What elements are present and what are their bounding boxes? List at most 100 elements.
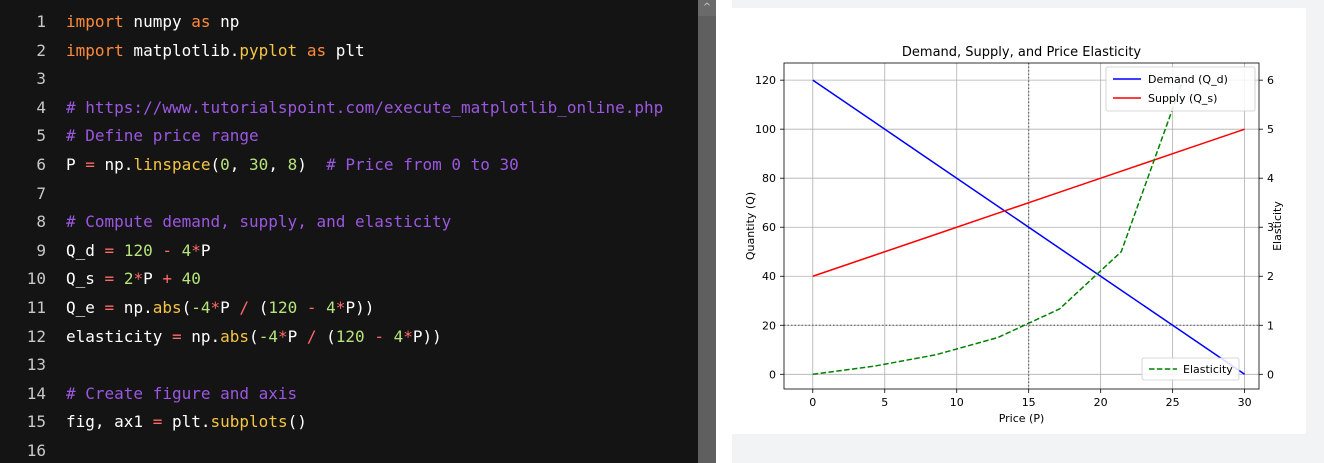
- code-line[interactable]: import matplotlib.pyplot as plt: [66, 37, 365, 65]
- code-token: (: [210, 155, 221, 174]
- code-token: numpy: [123, 12, 192, 31]
- code-line[interactable]: # Compute demand, supply, and elasticity: [66, 208, 451, 236]
- code-line[interactable]: fig, ax1 = plt.subplots(): [66, 408, 307, 436]
- y-tick-label: 120: [755, 74, 776, 87]
- line-number: 3: [36, 69, 46, 89]
- code-token: 4: [326, 298, 336, 317]
- code-line[interactable]: # Create figure and axis: [66, 380, 297, 408]
- code-token: pyplot: [239, 40, 298, 60]
- code-token: =: [152, 412, 163, 432]
- code-token: # Compute demand, supply, and elasticity: [66, 212, 452, 232]
- code-token: ): [297, 155, 327, 174]
- code-token: np.: [114, 298, 153, 317]
- code-token: 4: [393, 326, 404, 346]
- code-token: (): [287, 412, 307, 432]
- code-token: 30: [249, 155, 269, 174]
- y-tick-label: 100: [755, 123, 776, 136]
- code-token: =: [104, 298, 115, 317]
- editor-scrollbar[interactable]: ^: [698, 0, 716, 463]
- code-token: -4: [258, 326, 278, 346]
- code-token: abs: [220, 326, 250, 346]
- code-area[interactable]: import numpy as np import matplotlib.pypl…: [60, 0, 698, 463]
- code-line[interactable]: Q_s = 2*P + 40: [66, 265, 201, 293]
- code-token: 2: [123, 269, 134, 289]
- scroll-up-arrow-icon[interactable]: ^: [698, 0, 716, 16]
- line-number: 5: [36, 126, 46, 146]
- y2-tick-label: 2: [1267, 270, 1274, 283]
- x-tick-label: 25: [1166, 396, 1180, 409]
- code-token: abs: [152, 298, 182, 317]
- code-line[interactable]: Q_e = np.abs(-4*P / (120 - 4*P)): [66, 294, 374, 322]
- y-tick-label: 20: [762, 319, 776, 332]
- code-line[interactable]: Q_d = 120 - 4*P: [66, 237, 211, 265]
- line-number-gutter: 1 2 3 4 5 6 7 8 9 10 11 12 13 14 15 16: [0, 0, 60, 463]
- code-token: -: [162, 240, 172, 260]
- code-line[interactable]: import numpy as np: [66, 8, 239, 36]
- code-token: P: [220, 298, 240, 317]
- code-token: +: [162, 269, 172, 289]
- code-token: (: [181, 298, 192, 317]
- line-number: 6: [36, 155, 46, 174]
- code-token: Q_d: [66, 240, 105, 260]
- y-tick-label: 40: [762, 270, 776, 283]
- code-token: *: [133, 269, 144, 289]
- line-number: 2: [36, 40, 46, 60]
- code-token: # https://www.tutorialspoint.com/execute…: [66, 97, 664, 117]
- code-token: plt.: [162, 412, 211, 432]
- code-token: *: [277, 326, 288, 346]
- code-token: (: [249, 298, 269, 317]
- code-token: =: [104, 240, 115, 260]
- x-tick-label: 20: [1094, 396, 1108, 409]
- code-line[interactable]: P = np.linspace(0, 30, 8) # Price from 0…: [66, 151, 519, 179]
- code-line[interactable]: # Define price range: [66, 122, 259, 150]
- code-token: plt: [326, 40, 365, 60]
- line-number: 15: [26, 412, 46, 432]
- y-tick-label: 80: [762, 172, 776, 185]
- code-token: matplotlib.: [123, 40, 240, 60]
- code-token: P: [200, 240, 211, 260]
- code-line[interactable]: elasticity = np.abs(-4*P / (120 - 4*P)): [66, 323, 442, 351]
- x-tick-label: 15: [1022, 396, 1036, 409]
- code-token: linspace: [133, 155, 211, 174]
- x-tick-label: 10: [950, 396, 964, 409]
- figure-output: 0 5 10 15 20 25 30 0 20 40 60 80 100 120 0 1 2 3 4 5 6 Demand…: [732, 8, 1306, 434]
- code-token: /: [306, 326, 317, 346]
- line-number: 11: [26, 298, 46, 317]
- code-editor[interactable]: 1 2 3 4 5 6 7 8 9 10 11 12 13 14 15 16 import numpy as …: [0, 0, 716, 463]
- code-line[interactable]: # https://www.tutorialspoint.com/execute…: [66, 94, 663, 122]
- code-token: P: [66, 155, 86, 174]
- line-number: 10: [26, 269, 46, 289]
- code-token: subplots: [210, 412, 288, 432]
- code-token: /: [239, 298, 250, 317]
- code-token: import: [66, 12, 124, 31]
- y2-tick-label: 4: [1267, 172, 1274, 185]
- y-tick-label: 0: [769, 368, 776, 381]
- code-token: =: [171, 326, 182, 346]
- y2-tick-label: 5: [1267, 123, 1274, 136]
- code-token: Q_e: [66, 298, 105, 317]
- code-token: elasticity: [66, 326, 172, 346]
- code-token: *: [191, 240, 201, 260]
- code-token: =: [85, 155, 95, 174]
- legend-label: Supply (Q_s): [1148, 92, 1217, 105]
- code-token: 120: [335, 326, 365, 346]
- y2-tick-label: 1: [1267, 319, 1274, 332]
- legend-label: Demand (Q_d): [1148, 73, 1228, 86]
- code-token: as: [306, 40, 327, 60]
- code-token: 0: [220, 155, 230, 174]
- code-token: import: [66, 40, 124, 60]
- panel-divider[interactable]: [716, 0, 732, 463]
- code-token: P)): [412, 326, 442, 346]
- code-token: ,: [268, 155, 288, 174]
- code-token: as: [191, 12, 211, 31]
- code-token: -: [306, 298, 317, 317]
- code-token: P)): [345, 298, 375, 317]
- x-tick-label: 0: [809, 396, 816, 409]
- code-token: (: [249, 326, 259, 346]
